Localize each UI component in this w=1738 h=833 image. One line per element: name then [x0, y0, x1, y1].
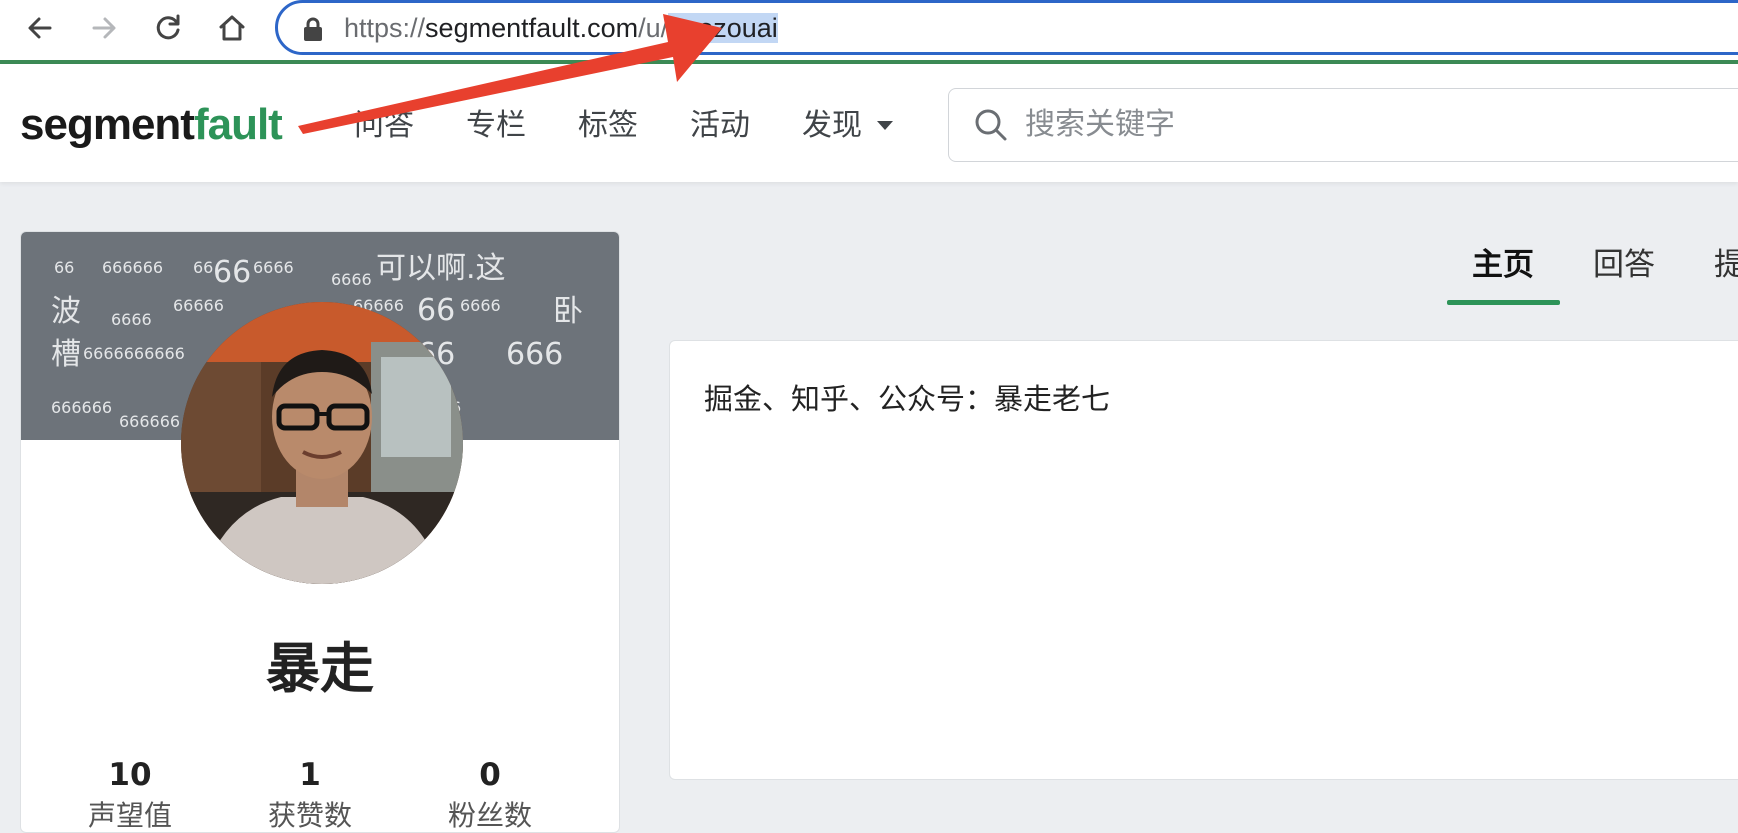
danmu-comment: 666: [506, 337, 564, 372]
active-tab-indicator: [1447, 300, 1560, 305]
url-path-selected: baozouai: [668, 13, 778, 43]
danmu-comment: 66: [213, 255, 252, 290]
danmu-comment: 槽: [51, 337, 81, 372]
user-name: 暴走: [266, 637, 374, 700]
home-icon[interactable]: [214, 10, 250, 46]
nav-tags[interactable]: 标签: [578, 106, 638, 146]
tab-answers[interactable]: 回答: [1593, 245, 1655, 285]
search-input[interactable]: 搜索关键字: [948, 88, 1738, 162]
profile-card: 66 666666 66 66 6666 6666 可以啊.这 波 6666 6…: [20, 231, 620, 833]
reload-icon[interactable]: [150, 10, 186, 46]
search-icon: [975, 109, 1007, 141]
site-logo[interactable]: segmentfault: [20, 100, 283, 150]
url-host: segmentfault.c: [425, 13, 601, 43]
url-host-tail: om: [600, 13, 639, 43]
danmu-comment: 6666666666: [83, 344, 185, 363]
danmu-comment: 666666: [119, 412, 181, 431]
danmu-comment: 6666: [331, 270, 372, 289]
search-placeholder: 搜索关键字: [1025, 107, 1175, 142]
danmu-comment: 可以啊.这: [376, 251, 506, 286]
site-header: segmentfault 问答 专栏 标签 活动 发现 搜索关键字: [0, 64, 1738, 182]
nav-events[interactable]: 活动: [690, 106, 750, 146]
intro-text: 掘金、知乎、公众号：暴走老七: [704, 382, 1111, 416]
url-text[interactable]: https://segmentfault.com/u/baozouai: [344, 12, 778, 44]
stat-followers[interactable]: 0 粉丝数: [400, 757, 580, 832]
nav-columns[interactable]: 专栏: [466, 106, 526, 146]
danmu-comment: 666666: [102, 258, 164, 277]
danmu-comment: 卧: [553, 294, 583, 329]
stat-label: 粉丝数: [447, 799, 532, 832]
forward-arrow-icon[interactable]: [86, 10, 122, 46]
stat-label: 声望值: [87, 799, 172, 832]
stat-likes[interactable]: 1 获赞数: [220, 757, 400, 832]
danmu-comment: 波: [51, 294, 81, 329]
stat-label: 获赞数: [267, 799, 352, 832]
danmu-comment: 6666: [460, 296, 501, 315]
address-bar[interactable]: https://segmentfault.com/u/baozouai: [275, 0, 1738, 55]
intro-panel: 掘金、知乎、公众号：暴走老七: [669, 340, 1738, 780]
caret-down-icon[interactable]: [877, 121, 893, 131]
url-scheme: https://: [344, 13, 426, 43]
nav-discover[interactable]: 发现: [802, 106, 862, 146]
stat-value: 10: [108, 757, 152, 793]
logo-fault-text: fault: [193, 100, 283, 149]
danmu-comment: 66: [417, 293, 456, 328]
danmu-comment: 6666: [253, 258, 294, 277]
danmu-comment: 66: [193, 258, 214, 277]
back-arrow-icon[interactable]: [22, 10, 58, 46]
danmu-comment: 6666: [111, 310, 152, 329]
stat-value: 0: [479, 757, 501, 793]
tab-questions[interactable]: 提: [1714, 245, 1738, 285]
nav-qa[interactable]: 问答: [354, 106, 414, 146]
tab-home[interactable]: 主页: [1472, 245, 1534, 285]
logo-segment-text: segment: [20, 100, 195, 149]
danmu-comment: 66666: [173, 296, 224, 315]
avatar[interactable]: [181, 302, 463, 584]
url-path-prefix: /u/: [638, 13, 669, 43]
browser-toolbar: https://segmentfault.com/u/baozouai: [0, 0, 1738, 64]
stat-reputation[interactable]: 10 声望值: [40, 757, 220, 832]
stat-value: 1: [299, 757, 321, 793]
danmu-comment: 666666: [51, 398, 113, 417]
lock-icon[interactable]: [302, 17, 324, 41]
danmu-comment: 66: [54, 258, 75, 277]
